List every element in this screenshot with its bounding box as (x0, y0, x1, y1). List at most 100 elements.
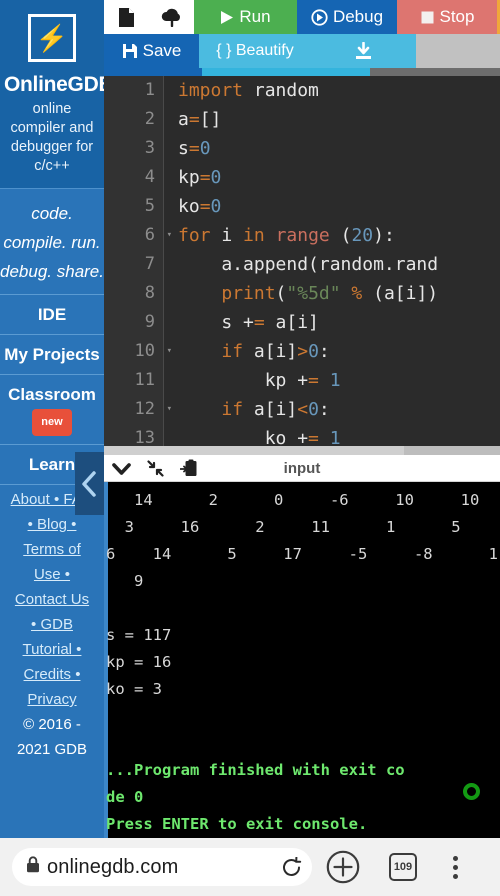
tab-count-label: 109 (393, 861, 413, 873)
console-output-line: 3 16 2 11 1 5 1 (106, 518, 500, 536)
sidebar-item-label: Classroom (8, 385, 96, 404)
lightning-bolt-icon: ⚡ (35, 23, 69, 53)
code-line[interactable]: a.append(random.rand (178, 250, 500, 279)
footer-link-blog[interactable]: • Blog • (0, 512, 104, 537)
copyright-line-1: © 2016 - (23, 716, 81, 733)
footer-link-privacy[interactable]: Privacy (0, 687, 104, 712)
console-status-line: Press ENTER to exit console. (106, 815, 368, 833)
line-number: 7 (144, 254, 155, 274)
sidebar-item-my-projects[interactable]: My Projects (0, 335, 104, 375)
tab-strip-segment-active (104, 68, 202, 76)
logo-container: ⚡ (28, 14, 76, 62)
footer-link-contact-us[interactable]: Contact Us (0, 587, 104, 612)
code-line[interactable]: if a[i]>0: (178, 337, 500, 366)
browser-menu-button[interactable] (432, 855, 478, 879)
console-header: input (104, 455, 500, 482)
save-button-label: Save (142, 41, 182, 60)
sidebar: ⚡ OnlineGDBbeta online compiler and debu… (0, 0, 104, 838)
toolbar-row-top: Run Debug Stop (104, 0, 500, 34)
footer-link-terms-2[interactable]: Use • (0, 562, 104, 587)
console-output-line: ko = 3 (106, 680, 162, 698)
sidebar-item-label: IDE (37, 305, 67, 324)
run-button[interactable]: Run (194, 0, 297, 34)
line-number: 5 (144, 196, 155, 216)
code-line[interactable]: for i in range (20): (178, 221, 500, 250)
console-paste-button[interactable] (172, 455, 206, 482)
debug-circle-icon (311, 8, 328, 26)
sidebar-item-ide[interactable]: IDE (0, 295, 104, 335)
line-number: 4 (144, 167, 155, 187)
code-line[interactable]: import random (178, 76, 500, 105)
console-shrink-button[interactable] (138, 455, 172, 482)
code-line[interactable]: a=[] (178, 105, 500, 134)
menu-dot-2 (452, 864, 458, 870)
editor-toolbar: Run Debug Stop Save {} Beautify (104, 0, 500, 68)
play-icon (221, 10, 234, 24)
sidebar-item-label: Learn (28, 455, 76, 474)
reload-button[interactable] (276, 856, 306, 878)
code-line[interactable]: s += a[i] (178, 308, 500, 337)
tab-strip-segment-scrollbar[interactable] (370, 68, 500, 76)
console-output-line: 14 2 0 -6 10 10 (106, 491, 480, 509)
three-dot-menu-icon (452, 855, 458, 861)
status-badge-new: new (32, 409, 72, 436)
footer-link-credits[interactable]: Credits • (0, 662, 104, 687)
editor-code-area[interactable]: import random a=[] s=0 kp=0 ko=0 for i in ran… (164, 76, 500, 455)
code-editor[interactable]: 123456▾78910▾1112▾1314 import randoma=[]… (104, 76, 500, 455)
console-collapse-button[interactable] (104, 455, 138, 482)
code-line[interactable]: s=0 (178, 134, 500, 163)
tab-counter-button[interactable]: 109 (374, 853, 432, 881)
footer-link-tutorial[interactable]: Tutorial • (0, 637, 104, 662)
beautify-button-label: { } Beautify (216, 42, 294, 59)
scrollbar-thumb[interactable] (104, 446, 404, 455)
chevron-left-icon (82, 470, 96, 497)
console-running-indicator (463, 783, 480, 800)
console-output[interactable]: 14 2 0 -6 10 10 3 16 2 11 1 5 1 6 14 5 17… (104, 482, 500, 838)
line-number: 2 (144, 109, 155, 129)
console-status-line: de 0 (106, 788, 144, 806)
url-text: onlinegdb.com (47, 855, 179, 878)
url-bar[interactable]: onlinegdb.com (12, 848, 312, 886)
sidebar-item-classroom[interactable]: Classroom new (0, 375, 104, 445)
copyright-line-2: 2021 GDB (16, 741, 88, 758)
toolbar-row-bottom: Save { } Beautify (104, 34, 500, 68)
tab-strip-segment-secondary (202, 68, 370, 76)
editor-horizontal-scrollbar[interactable] (104, 446, 500, 455)
sidebar-brand[interactable]: ⚡ OnlineGDBbeta online compiler and debu… (0, 0, 104, 188)
code-line[interactable]: kp=0 (178, 163, 500, 192)
new-tab-button[interactable] (312, 850, 374, 884)
sidebar-tagline: code. compile. run. debug. share. (0, 188, 104, 294)
stop-button[interactable]: Stop (397, 0, 497, 34)
debug-button[interactable]: Debug (297, 0, 397, 34)
chevron-down-icon (111, 462, 131, 475)
paste-clipboard-icon (180, 459, 197, 476)
save-button[interactable]: Save (104, 34, 199, 68)
code-line[interactable]: print("%5d" % (a[i]) (178, 279, 500, 308)
line-number: 8 (144, 283, 155, 303)
upload-button[interactable] (149, 0, 194, 34)
download-button[interactable] (311, 34, 416, 68)
console-panel: input 14 2 0 -6 10 10 3 16 2 11 1 5 1 6 1… (104, 455, 500, 838)
editor-tab-strip[interactable] (104, 68, 500, 76)
sidebar-collapse-button[interactable] (75, 452, 104, 515)
footer-link-gdb[interactable]: • GDB (0, 612, 104, 637)
line-number: 12 ▾ (104, 395, 172, 424)
code-line[interactable]: if a[i]<0: (178, 395, 500, 424)
plus-circle-icon (326, 850, 360, 884)
beautify-button[interactable]: { } Beautify (199, 34, 311, 68)
new-file-icon (119, 7, 134, 27)
footer-link-terms-1[interactable]: Terms of (0, 537, 104, 562)
console-status-line: ...Program finished with exit co (106, 761, 405, 779)
debug-button-label: Debug (332, 7, 384, 26)
code-line[interactable]: ko=0 (178, 192, 500, 221)
line-number: 10 ▾ (104, 337, 172, 366)
brand-name-text: OnlineGDB (4, 73, 104, 96)
new-file-button[interactable] (104, 0, 149, 34)
sidebar-footer-links: About • FAQ • Blog • Terms of Use • Cont… (0, 485, 104, 762)
console-output-line: s = 117 (106, 626, 172, 644)
console-output-line: kp = 16 (106, 653, 172, 671)
stop-button-label: Stop (439, 7, 475, 26)
code-line[interactable]: kp += 1 (178, 366, 500, 395)
editor-line-number-gutter: 123456▾78910▾1112▾1314 (104, 76, 172, 455)
